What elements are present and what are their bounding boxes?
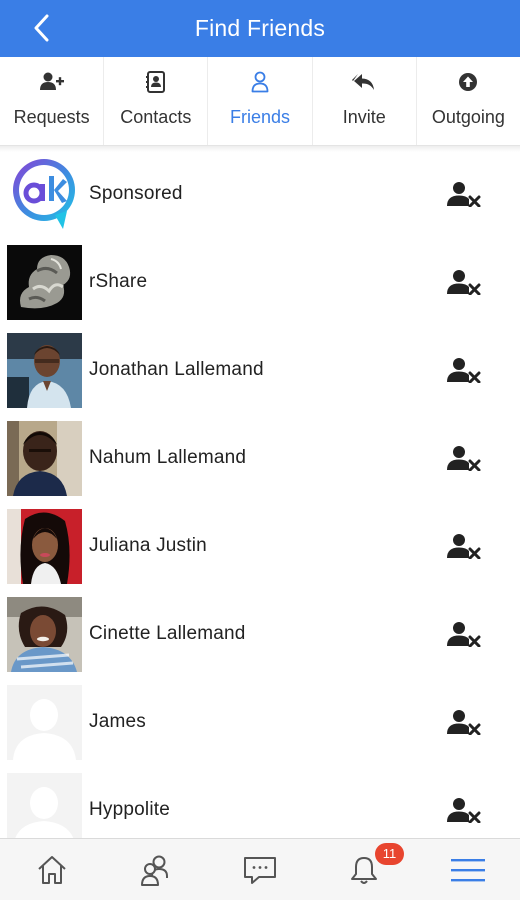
remove-friend-button[interactable] xyxy=(444,794,484,826)
list-item[interactable]: James xyxy=(0,678,520,766)
remove-friend-button[interactable] xyxy=(444,354,484,386)
page-title: Find Friends xyxy=(194,15,326,41)
remove-friend-button[interactable] xyxy=(444,530,484,562)
nav-home[interactable] xyxy=(0,839,104,900)
avatar xyxy=(7,421,82,496)
tab-friends[interactable]: Friends xyxy=(208,57,313,145)
list-item[interactable]: rShare xyxy=(0,238,520,326)
friend-name: James xyxy=(89,711,146,732)
user-outline-icon xyxy=(251,71,269,93)
nav-messages[interactable] xyxy=(208,839,312,900)
friend-name: Cinette Lallemand xyxy=(89,623,246,644)
friend-name: Sponsored xyxy=(89,183,183,204)
tab-label: Requests xyxy=(13,107,90,127)
friend-tabs: Requests Contacts Friends Invite Outgoin… xyxy=(0,57,520,146)
upload-circle-icon xyxy=(458,71,478,93)
tab-outgoing[interactable]: Outgoing xyxy=(417,57,520,145)
avatar xyxy=(7,333,82,408)
profile-photo xyxy=(7,509,82,584)
friend-name: Hyppolite xyxy=(89,799,171,820)
default-avatar-icon xyxy=(7,685,82,760)
profile-photo xyxy=(7,245,82,320)
avatar xyxy=(7,597,82,672)
default-avatar-icon xyxy=(7,773,82,838)
tab-label: Contacts xyxy=(120,107,192,127)
avatar xyxy=(7,245,82,320)
tab-invite[interactable]: Invite xyxy=(313,57,417,145)
remove-friend-icon xyxy=(447,622,481,647)
contact-card-icon xyxy=(145,71,166,93)
list-item[interactable]: Juliana Justin xyxy=(0,502,520,590)
remove-friend-button[interactable] xyxy=(444,618,484,650)
app-header: Find Friends xyxy=(0,0,520,57)
remove-friend-icon xyxy=(447,270,481,295)
list-item[interactable]: Hyppolite xyxy=(0,766,520,838)
tab-label: Friends xyxy=(229,107,291,127)
friends-icon xyxy=(141,855,168,886)
tab-label: Outgoing xyxy=(431,107,505,127)
menu-icon xyxy=(451,858,485,881)
reply-arrow-icon xyxy=(352,71,376,93)
list-item[interactable]: Jonathan Lallemand xyxy=(0,326,520,414)
remove-friend-icon xyxy=(447,798,481,823)
profile-photo xyxy=(7,597,82,672)
remove-friend-icon xyxy=(447,182,481,207)
friend-list: Sponsored rShare Jonathan Lallemand Nahu… xyxy=(0,150,520,838)
avatar xyxy=(7,509,82,584)
avatar xyxy=(7,773,82,838)
tab-label: Invite xyxy=(342,107,386,127)
remove-friend-button[interactable] xyxy=(444,178,484,210)
list-item[interactable]: Nahum Lallemand xyxy=(0,414,520,502)
friend-name: Jonathan Lallemand xyxy=(89,359,264,380)
profile-photo xyxy=(7,333,82,408)
friend-name: Nahum Lallemand xyxy=(89,447,247,468)
nav-menu[interactable] xyxy=(416,839,520,900)
chat-bubble-icon xyxy=(244,856,276,884)
remove-friend-icon xyxy=(447,358,481,383)
remove-friend-icon xyxy=(447,446,481,471)
avatar xyxy=(7,685,82,760)
ak-logo-icon xyxy=(7,157,82,232)
friend-name: rShare xyxy=(89,271,148,292)
remove-friend-icon xyxy=(447,534,481,559)
list-item[interactable]: Cinette Lallemand xyxy=(0,590,520,678)
tab-contacts[interactable]: Contacts xyxy=(104,57,209,145)
avatar xyxy=(7,157,82,232)
notification-badge: 11 xyxy=(375,843,404,865)
bottom-nav xyxy=(0,838,520,900)
tab-requests[interactable]: Requests xyxy=(0,57,105,145)
friend-name: Juliana Justin xyxy=(89,535,207,556)
nav-friends[interactable] xyxy=(104,839,208,900)
home-icon xyxy=(38,855,66,884)
remove-friend-button[interactable] xyxy=(444,266,484,298)
list-item[interactable]: Sponsored xyxy=(0,150,520,238)
remove-friend-button[interactable] xyxy=(444,706,484,738)
profile-photo xyxy=(7,421,82,496)
remove-friend-icon xyxy=(447,710,481,735)
remove-friend-button[interactable] xyxy=(444,442,484,474)
user-plus-icon xyxy=(39,71,64,93)
bell-icon xyxy=(351,856,377,884)
